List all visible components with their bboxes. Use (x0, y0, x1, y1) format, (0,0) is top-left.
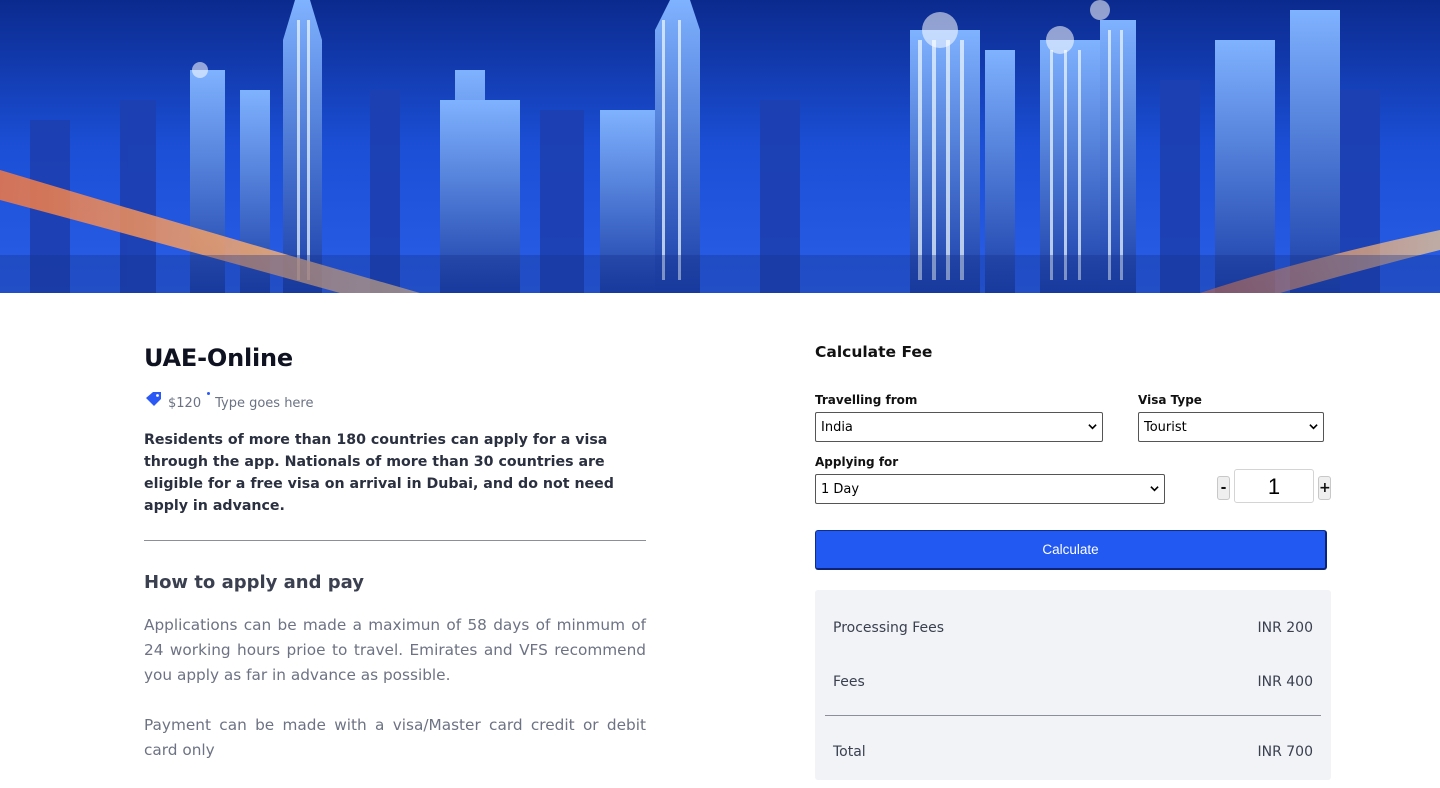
summary-row-value: INR 200 (1257, 620, 1313, 636)
travelling-from-label: Travelling from (815, 393, 918, 407)
visa-type-label: Visa Type (1138, 393, 1202, 407)
calculate-button[interactable]: Calculate (815, 530, 1327, 570)
applying-for-select[interactable]: 1 Day (815, 474, 1165, 504)
travelling-from-select[interactable]: India (815, 412, 1103, 442)
product-title: UAE-Online (144, 344, 293, 372)
chevron-down-icon (1309, 424, 1318, 430)
fee-calculator: Calculate Fee Travelling from India Visa… (815, 340, 1331, 780)
hero-banner (0, 0, 1440, 293)
hero-skyline-image (0, 0, 1440, 293)
visa-type-select[interactable]: Tourist (1138, 412, 1324, 442)
product-intro: Residents of more than 180 countries can… (144, 432, 614, 514)
how-to-apply-heading: How to apply and pay (144, 572, 364, 593)
chevron-down-icon (1150, 486, 1159, 492)
summary-row-label: Fees (833, 674, 865, 690)
payment-paragraph: Payment can be made with a visa/Master c… (144, 716, 646, 759)
product-type: Type goes here (215, 395, 314, 411)
apply-paragraph: Applications can be made a maximun of 58… (144, 616, 646, 684)
summary-row: Processing Fees INR 200 (833, 620, 1313, 636)
summary-row: Fees INR 400 (833, 674, 1313, 690)
applying-for-value: 1 Day (821, 481, 860, 497)
total-label: Total (833, 744, 866, 760)
separator-dot (207, 391, 211, 395)
chevron-down-icon (1088, 424, 1097, 430)
calculator-title: Calculate Fee (815, 343, 933, 361)
product-details: UAE-Online $120 Type goes here Residents… (144, 340, 646, 763)
section-divider (144, 540, 646, 541)
increment-button[interactable]: + (1318, 476, 1331, 500)
summary-divider (825, 715, 1321, 716)
fee-summary: Processing Fees INR 200 Fees INR 400 Tot… (815, 590, 1331, 780)
product-price: $120 (168, 395, 202, 411)
total-value: INR 700 (1257, 744, 1313, 760)
summary-total-row: Total INR 700 (833, 744, 1313, 760)
quantity-input[interactable]: 1 (1234, 469, 1314, 503)
travelling-from-value: India (821, 419, 853, 435)
applying-for-label: Applying for (815, 455, 899, 469)
decrement-button[interactable]: - (1217, 476, 1230, 500)
summary-row-label: Processing Fees (833, 620, 945, 636)
visa-type-value: Tourist (1144, 419, 1187, 435)
price-tag-icon (146, 392, 161, 406)
summary-row-value: INR 400 (1257, 674, 1313, 690)
product-meta: $120 Type goes here (144, 391, 646, 414)
